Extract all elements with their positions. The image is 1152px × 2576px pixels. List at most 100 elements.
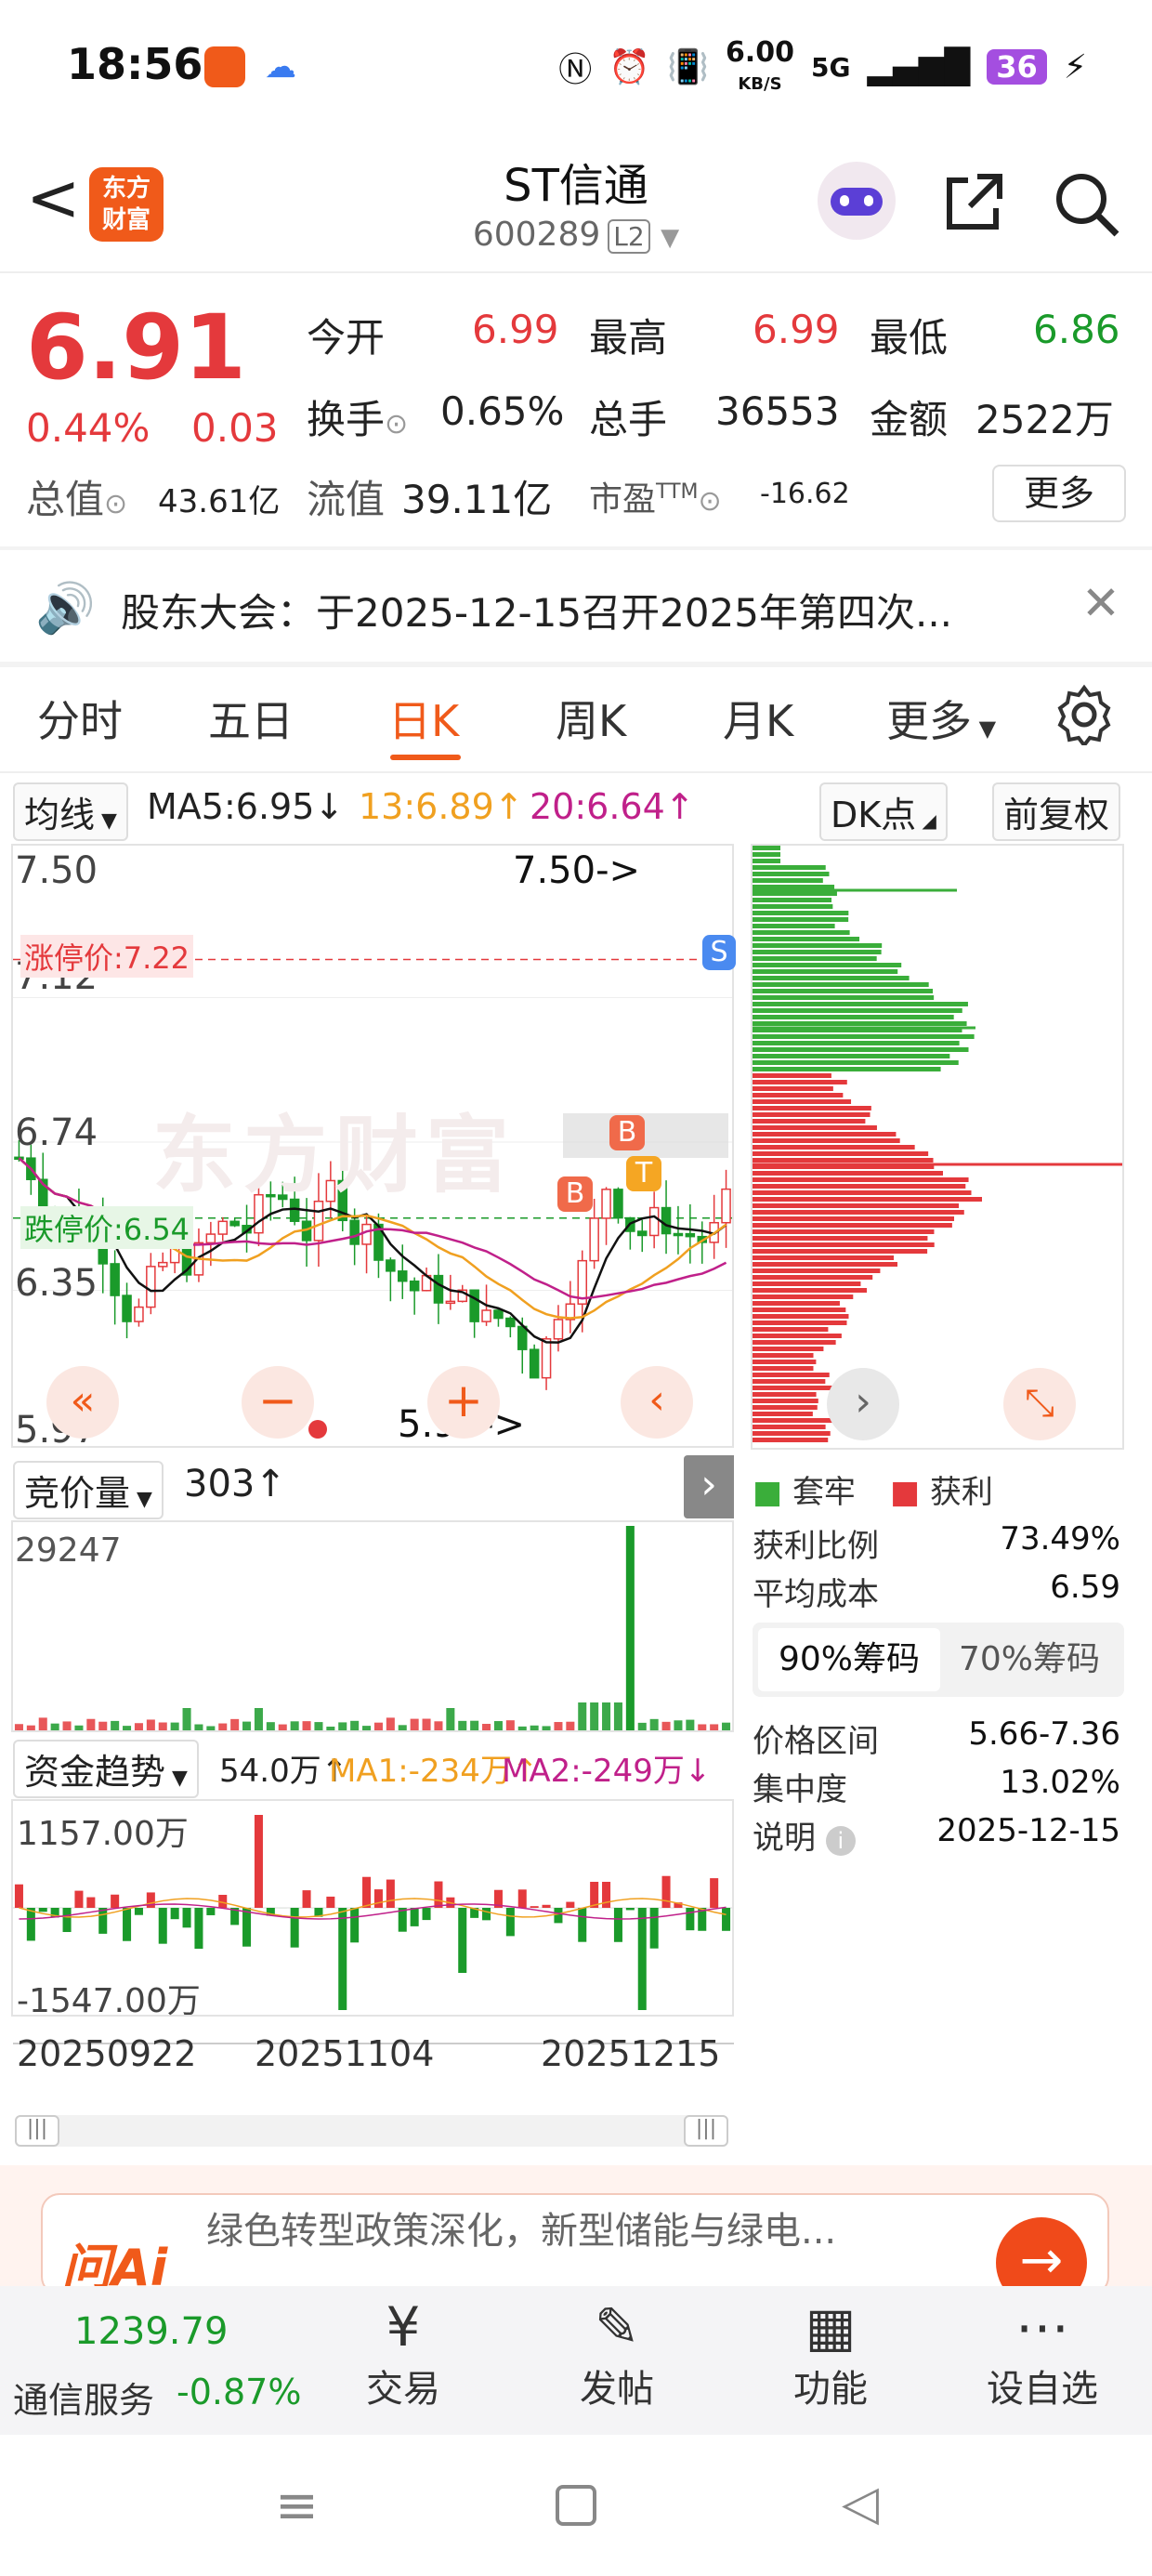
tab-intraday[interactable]: 分时 xyxy=(37,688,123,749)
chip-bar xyxy=(753,1158,934,1163)
flow-bar xyxy=(350,1908,360,1943)
auction-bar xyxy=(182,1708,191,1730)
buy-signal-icon[interactable]: B xyxy=(609,1115,645,1150)
auction-bar xyxy=(266,1722,275,1730)
ai-assistant-avatar[interactable] xyxy=(818,162,896,240)
auction-bar xyxy=(98,1721,108,1730)
flow-bar xyxy=(123,1908,132,1941)
buy-signal-icon[interactable]: B xyxy=(557,1176,593,1212)
t-signal-icon[interactable]: T xyxy=(626,1156,661,1191)
chip-bar xyxy=(753,1197,983,1202)
gap-zone xyxy=(563,1113,728,1158)
auction-bar xyxy=(146,1719,155,1730)
scroll-left-icon[interactable]: « xyxy=(46,1366,119,1439)
chip-bar xyxy=(753,982,929,987)
expand-icon[interactable]: ⤡ xyxy=(1003,1368,1076,1440)
notice-text[interactable]: 股东大会：于2025-12-15召开2025年第四次... xyxy=(121,582,952,638)
tab-90-chips[interactable]: 90%筹码 xyxy=(758,1628,940,1691)
info-icon[interactable]: ⊙ xyxy=(385,408,408,440)
tab-monthly-k[interactable]: 月K xyxy=(723,688,793,749)
kline-chart[interactable]: 东方财富 7.50 7.12 6.74 6.35 5.97 涨停价:7.22 跌… xyxy=(11,844,736,1452)
chip-distribution[interactable]: › ⤡ xyxy=(751,844,1124,1450)
auction-bar xyxy=(493,1721,503,1730)
auction-bar xyxy=(50,1723,59,1730)
chip-bar xyxy=(753,1347,824,1351)
auction-bar xyxy=(410,1718,419,1730)
chevron-down-icon: ▼ xyxy=(661,224,680,252)
chip-bar xyxy=(753,1093,844,1097)
chip-bar xyxy=(753,950,882,954)
chip-bar xyxy=(753,1145,915,1150)
info-icon[interactable]: ⊙ xyxy=(699,485,722,518)
dk-point-select[interactable]: DK点 ◢ xyxy=(819,782,948,841)
tab-more[interactable]: 更多 ▼ xyxy=(886,688,996,749)
adjust-select[interactable]: 前复权 xyxy=(992,782,1121,841)
chip-bar xyxy=(753,1210,964,1215)
index-value[interactable]: 1239.79 xyxy=(74,2310,228,2353)
trade-button[interactable]: ¥ 交易 xyxy=(320,2295,487,2412)
chip-bar xyxy=(753,1190,972,1195)
info-icon[interactable]: i xyxy=(825,1826,856,1856)
chip-bar xyxy=(753,1418,834,1423)
chevron-right-icon[interactable]: › xyxy=(684,1455,734,1518)
system-nav-bar: ≡ ◁ xyxy=(0,2435,1152,2576)
functions-button[interactable]: ▦ 功能 xyxy=(747,2295,914,2412)
auction-bar xyxy=(566,1721,575,1730)
more-quote-button[interactable]: 更多 xyxy=(992,465,1126,522)
settings-gear-icon[interactable] xyxy=(1054,684,1115,749)
flow-bar xyxy=(26,1908,35,1941)
share-icon[interactable] xyxy=(940,169,1007,251)
index-name[interactable]: 通信服务 xyxy=(13,2372,154,2423)
close-icon[interactable]: ✕ xyxy=(1081,576,1120,630)
info-icon[interactable]: ⊙ xyxy=(104,488,127,520)
chip-bar xyxy=(753,1412,813,1416)
high-label: 最高 xyxy=(589,315,668,361)
tab-five-day[interactable]: 五日 xyxy=(208,688,294,749)
candle-body xyxy=(134,1306,144,1322)
search-icon[interactable] xyxy=(1052,169,1122,255)
chip-bar xyxy=(753,917,849,922)
flow-bar xyxy=(362,1876,372,1908)
auction-select[interactable]: 竞价量 ▼ xyxy=(13,1461,164,1519)
volume-label: 总手 xyxy=(589,397,668,442)
ma13-value: 13:6.89↑ xyxy=(359,786,524,827)
chip-bar xyxy=(753,878,823,883)
auction-bar xyxy=(710,1724,719,1730)
fund-trend-select[interactable]: 资金趋势 ▼ xyxy=(13,1740,199,1798)
zoom-in-icon[interactable]: + xyxy=(427,1366,500,1439)
auction-bar xyxy=(350,1720,360,1730)
range-scrollbar[interactable]: ||| ||| xyxy=(15,2115,728,2147)
candle-body xyxy=(517,1325,528,1350)
auction-bar xyxy=(517,1726,527,1730)
add-watchlist-button[interactable]: ⋯ 设自选 xyxy=(959,2295,1126,2412)
mcap-value: 43.61亿 xyxy=(158,483,281,520)
range-handle-right[interactable]: ||| xyxy=(684,2115,728,2147)
menu-icon[interactable]: ≡ xyxy=(275,2476,319,2536)
auction-bar xyxy=(542,1726,551,1730)
back-nav-icon[interactable]: ◁ xyxy=(842,2476,879,2531)
profit-ratio-value: 73.49% xyxy=(1000,1520,1120,1557)
range-handle-left[interactable]: ||| xyxy=(15,2115,59,2147)
tab-weekly-k[interactable]: 周K xyxy=(556,688,626,749)
chevron-right-icon[interactable]: › xyxy=(827,1368,899,1440)
ai-banner[interactable]: 问Ai 绿色转型政策深化，新型储能与绿电... → xyxy=(41,2193,1109,2308)
edit-icon: ✎ xyxy=(594,2295,640,2359)
flow-bar xyxy=(170,1908,179,1920)
candle-body xyxy=(361,1223,372,1245)
candle-body xyxy=(636,1230,648,1237)
auction-bar xyxy=(170,1722,179,1730)
ma-select[interactable]: 均线 ▼ xyxy=(13,782,128,841)
flow-bar xyxy=(649,1908,659,1949)
sell-signal-icon[interactable]: S xyxy=(702,935,736,970)
candle-body xyxy=(433,1274,444,1304)
post-button[interactable]: ✎ 发帖 xyxy=(533,2295,700,2412)
zoom-out-icon[interactable]: − xyxy=(242,1366,314,1439)
chevron-left-icon[interactable]: ‹ xyxy=(621,1366,693,1439)
flow-bar xyxy=(386,1879,395,1908)
divider xyxy=(0,771,1152,773)
vibrate-icon: 📳 xyxy=(667,48,709,86)
home-icon[interactable] xyxy=(556,2485,596,2526)
tab-70-chips[interactable]: 70%筹码 xyxy=(940,1628,1119,1691)
tab-daily-k[interactable]: 日K xyxy=(388,688,459,749)
auction-bar xyxy=(206,1726,216,1730)
